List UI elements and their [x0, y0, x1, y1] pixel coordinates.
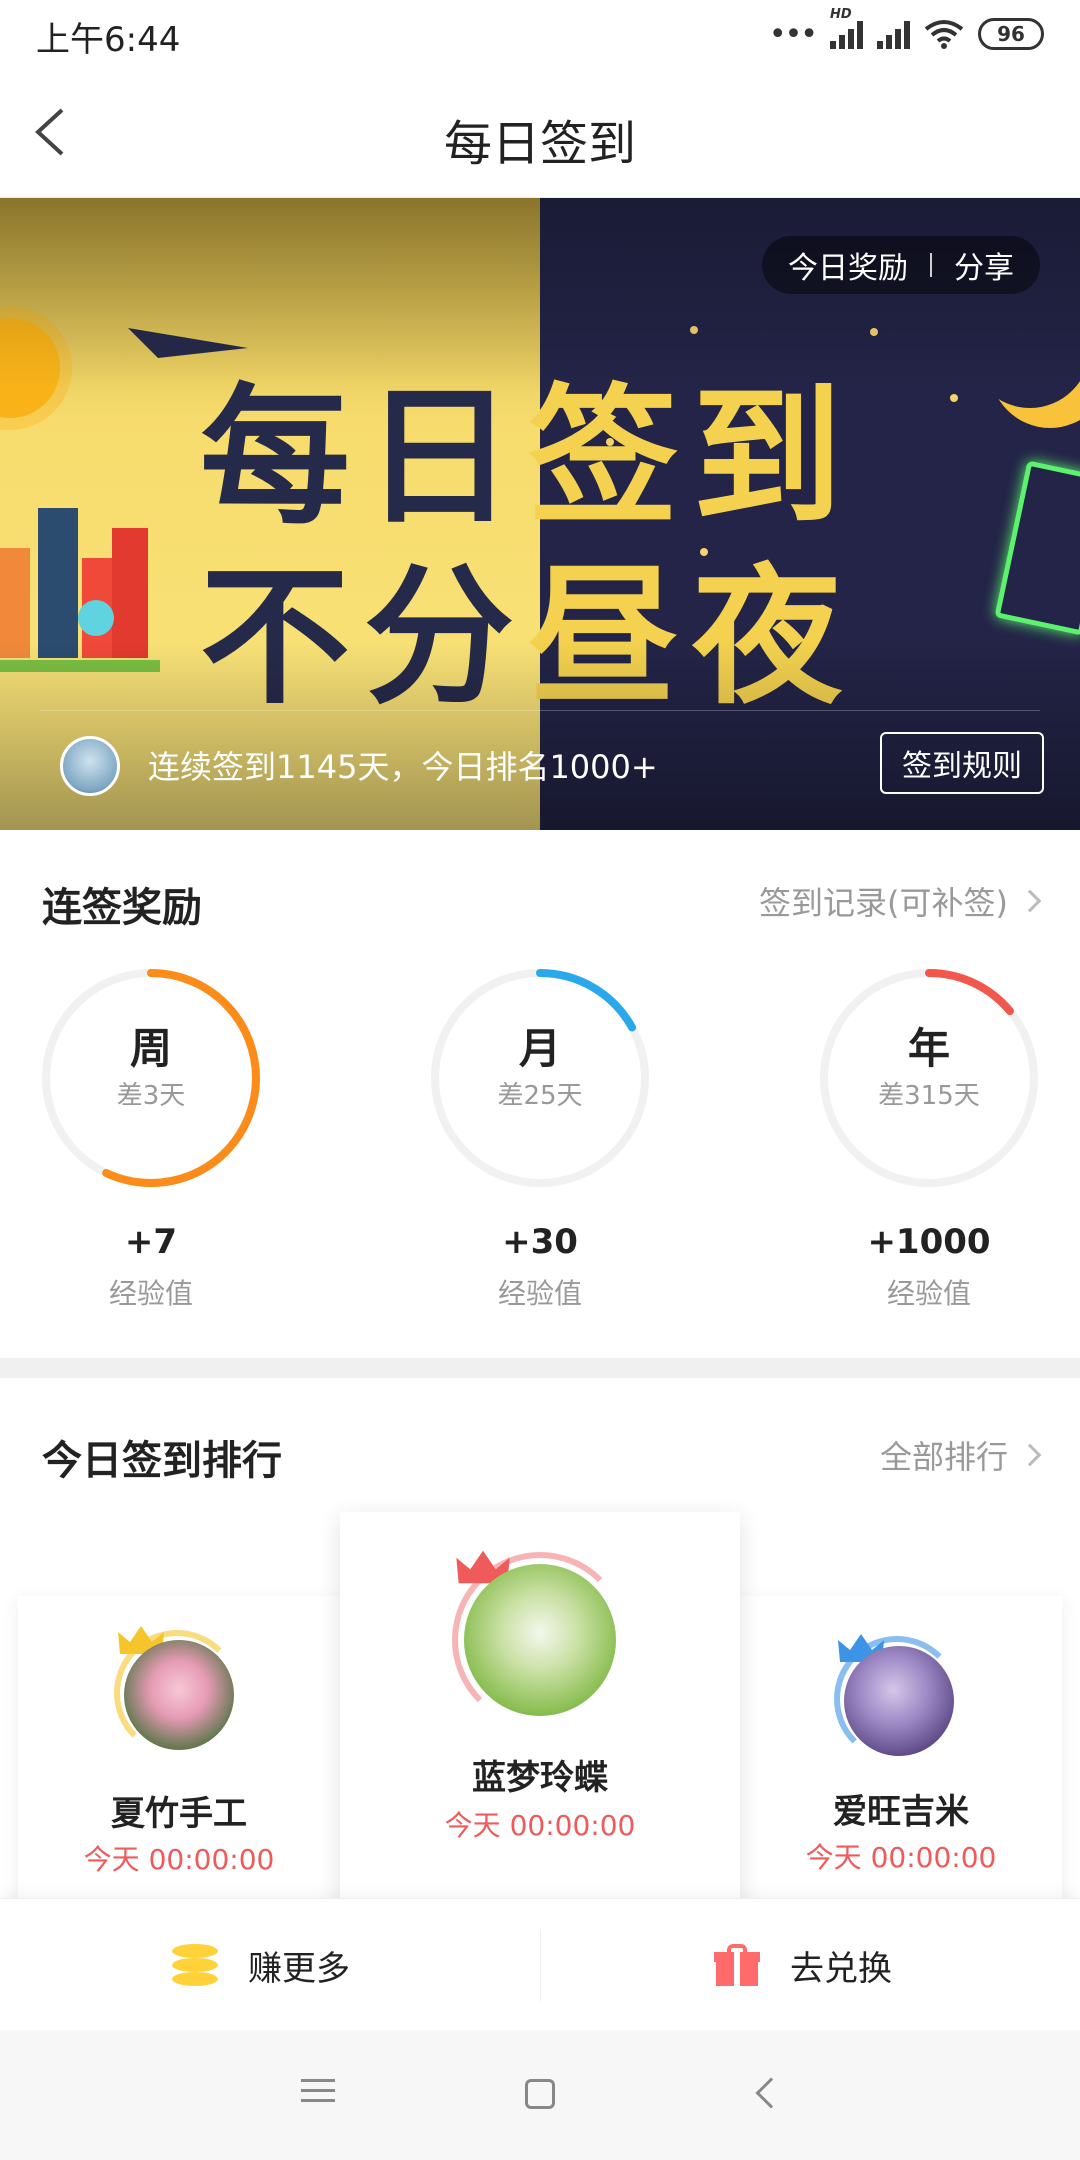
rank-card-3[interactable]: 爱旺吉米 今天 00:00:00	[740, 1596, 1062, 1898]
sign-in-time: 今天 00:00:00	[83, 1843, 275, 1876]
gift-icon	[714, 1944, 760, 1986]
status-icons: ••• HD 96	[768, 7, 1044, 54]
signal-hd-icon: HD	[830, 7, 863, 49]
sign-in-banner: 每日签到 不分昼夜 今日奖励 分享 连续签到1145天，今日排名1000+ 签到…	[0, 198, 1080, 830]
rank-card-1[interactable]: 蓝梦玲蝶 今天 00:00:00	[340, 1512, 740, 1898]
top-header: 每日签到	[0, 66, 1080, 198]
back-chevron-icon	[755, 2077, 787, 2109]
all-ranking-label: 全部排行	[879, 1438, 1008, 1476]
year-progress-ring: 年 差315天	[816, 965, 1042, 1191]
back-button[interactable]	[746, 2072, 790, 2116]
sign-in-rules-button[interactable]: 签到规则	[880, 732, 1044, 794]
period-label: 年	[907, 1024, 950, 1073]
share-link[interactable]: 分享	[954, 243, 1014, 287]
ranker-name: 爱旺吉米	[833, 1792, 969, 1832]
period-label: 月	[518, 1024, 561, 1073]
user-avatar	[464, 1564, 616, 1716]
reward-value: +30	[502, 1222, 578, 1262]
bottom-action-bar: 赚更多 去兑换	[0, 1898, 1080, 2030]
action-divider	[540, 1929, 541, 2001]
chevron-right-icon	[1018, 889, 1042, 913]
section-title: 连签奖励	[42, 885, 202, 931]
streak-text: 连续签到1145天，今日排名1000+	[148, 748, 658, 786]
today-reward-link[interactable]: 今日奖励	[788, 243, 908, 287]
banner-status-row: 连续签到1145天，今日排名1000+ 签到规则	[0, 710, 1080, 820]
year-reward: +1000 经验值	[816, 1222, 1042, 1312]
wifi-icon	[924, 20, 964, 49]
sign-in-time: 今天 00:00:00	[444, 1809, 636, 1842]
divider	[40, 710, 1040, 711]
pill-divider	[930, 253, 932, 277]
reward-unit: 经验值	[497, 1277, 582, 1310]
battery-icon: 96	[978, 18, 1044, 50]
sign-in-record-label: 签到记录(可补签)	[759, 884, 1008, 922]
reward-share-pill: 今日奖励 分享	[762, 236, 1040, 294]
menu-icon[interactable]	[296, 2072, 340, 2116]
sign-in-record-link[interactable]: 签到记录(可补签)	[759, 878, 1042, 924]
ranker-name: 夏竹手工	[111, 1794, 247, 1834]
reward-unit: 经验值	[886, 1277, 971, 1310]
status-time: 上午6:44	[36, 20, 181, 60]
daily-ranking-section: 今日签到排行 全部排行 夏竹手工 今天 00:00:00 爱旺吉米 今天 00:…	[0, 1378, 1080, 1898]
days-remaining: 差3天	[116, 1081, 186, 1111]
month-reward: +30 经验值	[427, 1222, 653, 1312]
page-title: 每日签到	[443, 116, 636, 172]
earn-more-label: 赚更多	[248, 1948, 350, 1989]
reward-value: +7	[124, 1222, 178, 1262]
period-label: 周	[129, 1024, 172, 1073]
days-remaining: 差25天	[497, 1081, 583, 1111]
week-reward: +7 经验值	[38, 1222, 264, 1312]
section-title: 今日签到排行	[42, 1438, 282, 1484]
status-bar: 上午6:44 ••• HD 96	[0, 0, 1080, 66]
sign-in-time: 今天 00:00:00	[805, 1841, 997, 1874]
redeem-label: 去兑换	[790, 1948, 892, 1989]
week-progress-ring: 周 差3天	[38, 965, 264, 1191]
reward-unit: 经验值	[108, 1277, 193, 1310]
ranker-name: 蓝梦玲蝶	[472, 1758, 608, 1798]
signal-icon	[877, 19, 910, 49]
streak-rewards-section: 连签奖励 签到记录(可补签) 周 差3天 月 差25天 年 差315天 +7 经…	[0, 830, 1080, 1360]
more-dots-icon: •••	[768, 16, 818, 52]
days-remaining: 差315天	[878, 1081, 980, 1111]
reward-value: +1000	[867, 1222, 991, 1262]
redeem-button[interactable]: 去兑换	[714, 1899, 892, 2031]
coin-stack-icon	[172, 1944, 218, 1986]
month-progress-ring: 月 差25天	[427, 965, 653, 1191]
home-button[interactable]	[518, 2072, 562, 2116]
all-ranking-link[interactable]: 全部排行	[879, 1432, 1042, 1478]
chevron-right-icon	[1018, 1443, 1042, 1467]
section-divider	[0, 1358, 1080, 1378]
rank-card-2[interactable]: 夏竹手工 今天 00:00:00	[18, 1596, 340, 1898]
system-nav-bar	[0, 2030, 1080, 2160]
home-square-icon	[525, 2079, 555, 2109]
earn-more-button[interactable]: 赚更多	[172, 1899, 350, 2031]
user-avatar	[124, 1640, 234, 1750]
user-avatar[interactable]	[60, 736, 120, 796]
user-avatar	[844, 1646, 954, 1756]
